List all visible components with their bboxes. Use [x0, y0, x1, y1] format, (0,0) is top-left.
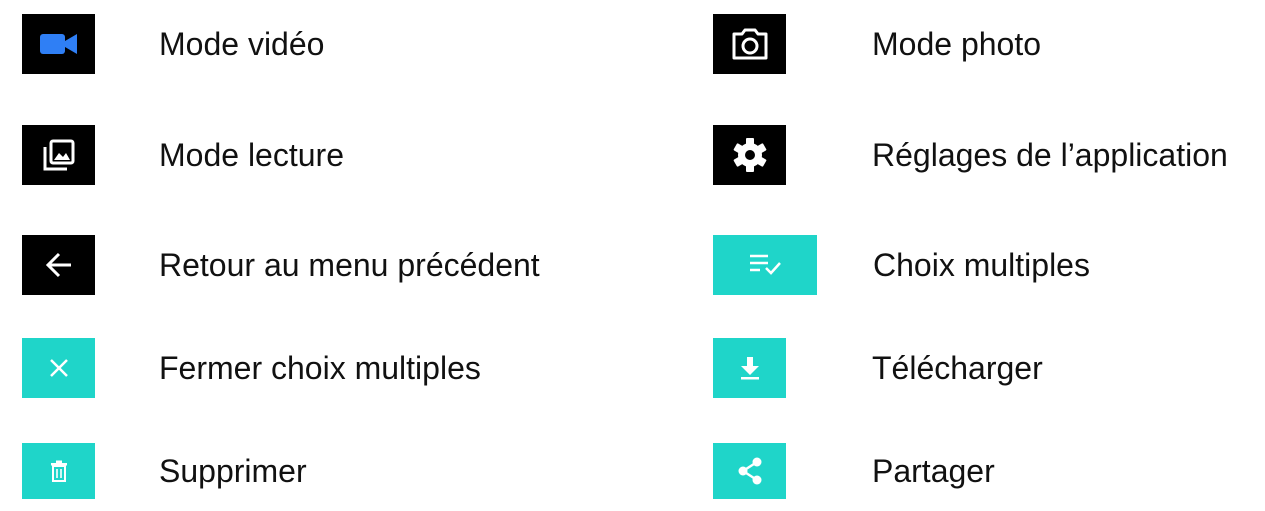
photo-mode-tile — [713, 14, 786, 74]
multiselect-label: Choix multiples — [873, 246, 1090, 283]
video-mode-tile — [22, 14, 95, 74]
share-tile — [713, 443, 786, 499]
camera-icon — [732, 28, 767, 60]
multiselect-tile — [713, 235, 817, 295]
legend-row-download: Télécharger — [713, 338, 1043, 398]
gear-icon — [733, 138, 766, 172]
delete-tile — [22, 443, 95, 499]
download-label: Télécharger — [872, 349, 1043, 386]
app-settings-tile — [713, 125, 786, 185]
legend-row-delete: Supprimer — [22, 441, 307, 501]
back-tile — [22, 235, 95, 295]
back-arrow-icon — [45, 252, 71, 278]
share-icon — [738, 457, 761, 485]
video-camera-icon — [39, 34, 77, 54]
close-multiselect-tile — [22, 338, 95, 398]
close-multiselect-label: Fermer choix multiples — [159, 349, 481, 386]
checklist-icon — [750, 254, 781, 275]
legend-row-app-settings: Réglages de l’application — [713, 125, 1228, 185]
close-icon — [49, 359, 68, 377]
video-mode-label: Mode vidéo — [159, 25, 325, 62]
photo-mode-label: Mode photo — [872, 25, 1042, 62]
legend-row-close-multiselect: Fermer choix multiples — [22, 338, 481, 398]
back-label: Retour au menu précédent — [159, 246, 540, 283]
legend-row-multiselect: Choix multiples — [713, 235, 1090, 295]
legend-row-back: Retour au menu précédent — [22, 235, 540, 295]
legend-row-video-mode: Mode vidéo — [22, 14, 324, 74]
playback-mode-tile — [22, 125, 95, 185]
delete-label: Supprimer — [159, 452, 307, 489]
app-settings-label: Réglages de l’application — [872, 136, 1228, 173]
legend-row-share: Partager — [713, 441, 995, 501]
share-label: Partager — [872, 452, 995, 489]
gallery-icon — [43, 139, 74, 171]
legend-row-photo-mode: Mode photo — [713, 14, 1041, 74]
download-tile — [713, 338, 786, 398]
icon-legend-page: { "left": [ {"icon": "video-camera-icon"… — [0, 0, 1265, 511]
download-icon — [740, 357, 759, 380]
playback-mode-label: Mode lecture — [159, 136, 344, 173]
legend-row-playback-mode: Mode lecture — [22, 125, 344, 185]
trash-icon — [50, 460, 67, 482]
